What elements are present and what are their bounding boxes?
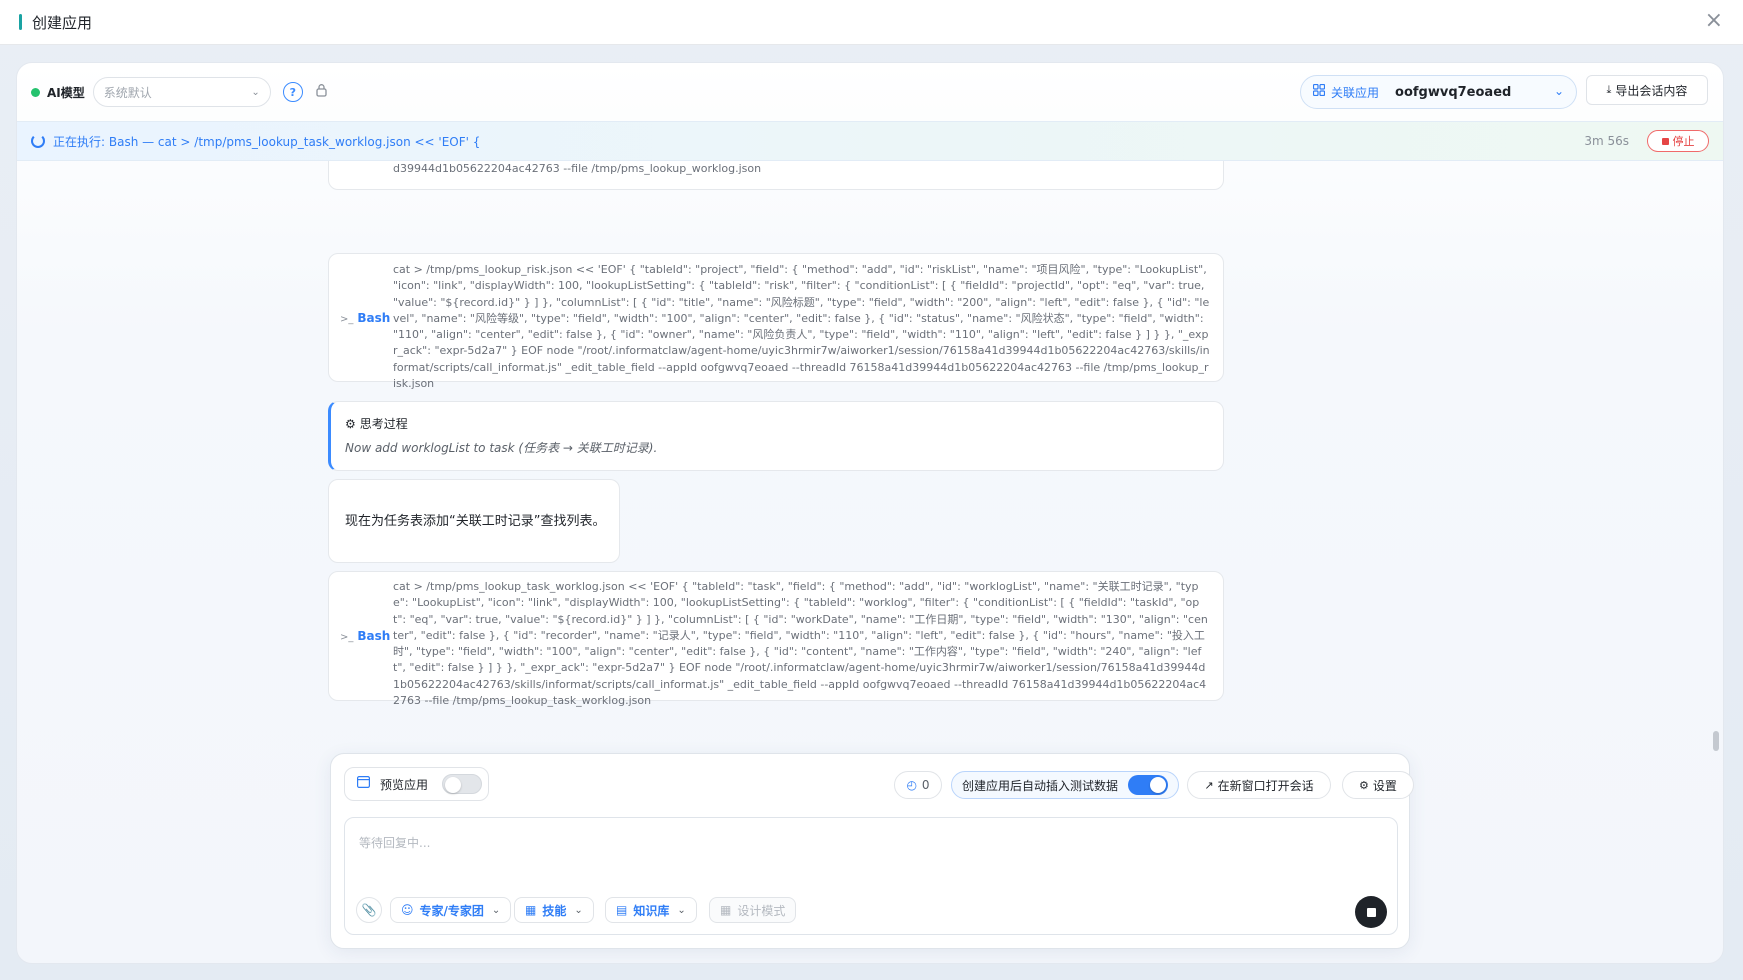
title-accent-bar bbox=[19, 14, 22, 30]
lock-icon[interactable] bbox=[315, 83, 328, 101]
count-value: 0 bbox=[921, 778, 930, 792]
grid-icon: ▦ bbox=[525, 903, 537, 917]
window-title: 创建应用 bbox=[32, 13, 93, 32]
open-new-window-label: 在新窗口打开会话 bbox=[1217, 778, 1314, 793]
help-icon[interactable]: ? bbox=[282, 82, 303, 102]
bash-label: >_ Bash bbox=[340, 311, 390, 325]
bash-tool-card[interactable]: >_ Bash cat > /tmp/pms_lookup_risk.json <… bbox=[328, 253, 1224, 390]
knowledge-chip[interactable]: ▤ 知识库 ⌄ bbox=[605, 897, 697, 923]
stop-button[interactable]: 停止 bbox=[1647, 130, 1709, 152]
terminal-icon: >_ bbox=[340, 632, 354, 643]
thinking-card[interactable]: ⚙ 思考过程 Now add worklogList to task (任务表 →… bbox=[328, 401, 1224, 471]
design-mode-chip[interactable]: ▦ 设计模式 bbox=[709, 897, 797, 923]
linked-app-label: 关联应用 bbox=[1331, 85, 1380, 100]
model-select[interactable]: 系统默认 ⌄ bbox=[92, 77, 271, 107]
assistant-message-text: 现在为任务表添加“关联工时记录”查找列表。 bbox=[345, 514, 606, 529]
settings-button[interactable]: ⚙ 设置 bbox=[1342, 771, 1414, 799]
skills-chip[interactable]: ▦ 技能 ⌄ bbox=[514, 897, 594, 923]
chevron-down-icon: ⌄ bbox=[677, 904, 686, 916]
window-titlebar: 创建应用 × bbox=[0, 0, 1743, 45]
skills-chip-label: 技能 bbox=[542, 903, 567, 918]
bash-label: >_ Bash bbox=[340, 629, 390, 643]
ai-model-label: AI模型 bbox=[47, 85, 85, 100]
terminal-icon: >_ bbox=[340, 314, 354, 325]
paperclip-icon: 📎 bbox=[361, 903, 377, 917]
composer: 预览应用 ◴ 0 创建应用后自动插入测试数据 ↗ 在新窗口打开会话 ⚙ 设置 等… bbox=[330, 753, 1414, 949]
brain-icon: ⚙ bbox=[345, 417, 356, 431]
gear-icon: ⚙ bbox=[1359, 778, 1369, 792]
expert-chip-label: 专家/专家团 bbox=[419, 903, 484, 918]
token-count-badge[interactable]: ◴ 0 bbox=[894, 771, 942, 799]
settings-label: 设置 bbox=[1372, 778, 1397, 793]
clock-icon: ◴ bbox=[906, 778, 917, 792]
bash-command-text: cat > /tmp/pms_lookup_risk.json << 'EOF'… bbox=[393, 263, 1210, 391]
preview-app-label: 预览应用 bbox=[380, 777, 429, 792]
chevron-down-icon: ⌄ bbox=[251, 86, 260, 98]
chat-toolbar: AI模型 系统默认 ⌄ ? 关联应用 oofgwvq7eoaed ⌄ ⤓ 导出会… bbox=[17, 63, 1723, 121]
message-input-placeholder: 等待回复中... bbox=[359, 836, 431, 850]
knowledge-chip-label: 知识库 bbox=[633, 903, 670, 918]
message-input[interactable]: 等待回复中... 📎 ☺ 专家/专家团 ⌄ ▦ 技能 ⌄ ▤ 知识库 ⌄ ▦ 设… bbox=[344, 817, 1398, 935]
export-button[interactable]: ⤓ 导出会话内容 bbox=[1586, 75, 1708, 105]
execution-text: 正在执行: Bash — cat > /tmp/pms_lookup_task_… bbox=[53, 134, 481, 149]
bash-label-text: Bash bbox=[357, 629, 391, 643]
bash-tool-card[interactable]: >_ Bash cat > /tmp/pms_lookup_task_worklo… bbox=[328, 571, 1224, 707]
grid-icon bbox=[1312, 83, 1326, 100]
execution-status-bar: 正在执行: Bash — cat > /tmp/pms_lookup_task_… bbox=[17, 121, 1723, 161]
thinking-title-text: 思考过程 bbox=[359, 417, 408, 431]
linked-app-select[interactable]: 关联应用 oofgwvq7eoaed ⌄ bbox=[1300, 75, 1577, 109]
preview-switch[interactable] bbox=[442, 774, 483, 794]
assistant-message: 现在为任务表添加“关联工时记录”查找列表。 bbox=[328, 479, 620, 563]
auto-insert-label: 创建应用后自动插入测试数据 bbox=[962, 778, 1119, 793]
close-icon[interactable]: × bbox=[1705, 10, 1723, 32]
book-icon: ▤ bbox=[616, 903, 628, 917]
bash-command-text: ssion/76158a41d39944d1b05622204ac42763/s… bbox=[393, 162, 762, 176]
bash-tool-card[interactable]: ssion/76158a41d39944d1b05622204ac42763/s… bbox=[328, 161, 1224, 190]
window-icon bbox=[357, 776, 371, 792]
stop-icon bbox=[1366, 907, 1376, 917]
chevron-down-icon: ⌄ bbox=[491, 904, 501, 916]
chevron-down-icon: ⌄ bbox=[1553, 84, 1564, 98]
attachment-button[interactable]: 📎 bbox=[356, 897, 382, 923]
status-dot bbox=[31, 87, 40, 97]
download-icon: ⤓ bbox=[1606, 83, 1612, 96]
auto-insert-switch[interactable] bbox=[1128, 775, 1169, 795]
message-list[interactable]: ssion/76158a41d39944d1b05622204ac42763/s… bbox=[17, 161, 1723, 741]
chevron-down-icon: ⌄ bbox=[574, 904, 583, 916]
auto-insert-toggle[interactable]: 创建应用后自动插入测试数据 bbox=[951, 771, 1179, 799]
stop-generation-button[interactable] bbox=[1355, 896, 1387, 928]
stop-icon bbox=[1661, 137, 1669, 145]
layout-icon: ▦ bbox=[720, 903, 732, 917]
bash-label-text: Bash bbox=[357, 311, 391, 325]
external-link-icon: ↗ bbox=[1204, 778, 1214, 792]
spinner-icon bbox=[31, 134, 45, 148]
model-select-value: 系统默认 bbox=[103, 85, 152, 100]
linked-app-value: oofgwvq7eoaed bbox=[1395, 84, 1512, 100]
preview-app-toggle[interactable]: 预览应用 bbox=[344, 767, 489, 801]
export-button-label: 导出会话内容 bbox=[1615, 83, 1688, 98]
thinking-body: Now add worklogList to task (任务表 → 关联工时记… bbox=[345, 441, 658, 455]
elapsed-time: 3m 56s bbox=[1584, 134, 1629, 148]
thinking-title: ⚙ 思考过程 bbox=[345, 415, 408, 432]
stop-button-label: 停止 bbox=[1672, 135, 1695, 148]
expert-chip[interactable]: ☺ 专家/专家团 ⌄ bbox=[390, 897, 512, 923]
design-mode-label: 设计模式 bbox=[737, 903, 786, 918]
switch-knob bbox=[445, 777, 462, 793]
bash-command-text: cat > /tmp/pms_lookup_task_worklog.json … bbox=[393, 580, 1208, 708]
open-new-window-button[interactable]: ↗ 在新窗口打开会话 bbox=[1187, 771, 1331, 799]
user-icon: ☺ bbox=[401, 903, 414, 917]
chat-panel: AI模型 系统默认 ⌄ ? 关联应用 oofgwvq7eoaed ⌄ ⤓ 导出会… bbox=[16, 62, 1724, 964]
scrollbar-thumb[interactable] bbox=[1713, 731, 1719, 751]
switch-knob bbox=[1150, 777, 1167, 793]
